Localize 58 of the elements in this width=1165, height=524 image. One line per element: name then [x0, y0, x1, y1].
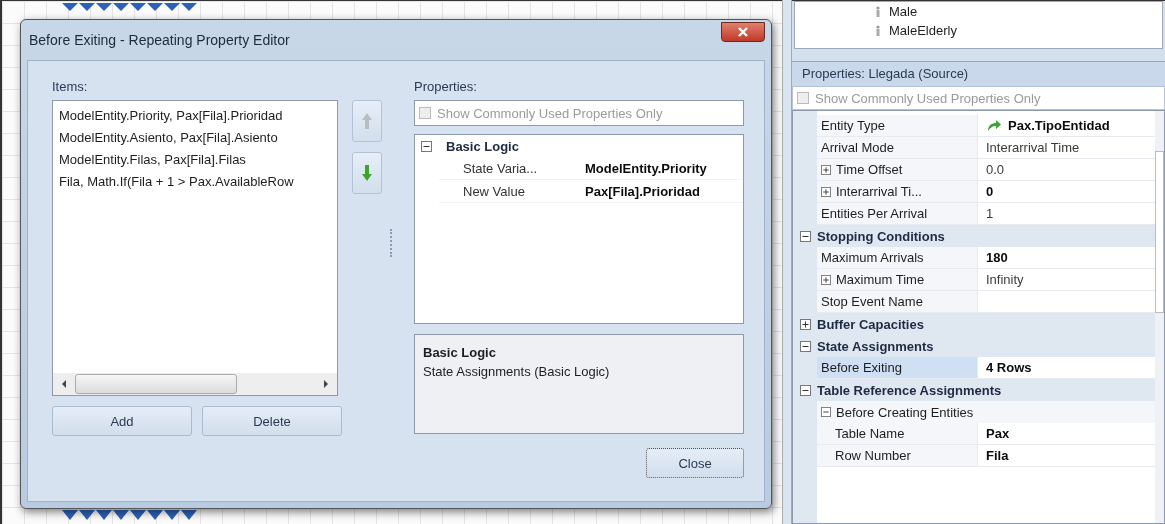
curved-arrow-icon: [986, 119, 1002, 132]
property-name[interactable]: Table Name: [817, 423, 977, 445]
property-name[interactable]: Arrival Mode: [817, 137, 977, 159]
category-label: Stopping Conditions: [817, 228, 945, 244]
scroll-right-icon[interactable]: [323, 380, 329, 388]
collapse-icon[interactable]: [421, 140, 432, 152]
property-name[interactable]: Maximum Time: [817, 269, 977, 291]
close-icon: [737, 26, 749, 38]
dialog-title: Before Exiting - Repeating Property Editor: [28, 32, 290, 48]
horizontal-scrollbar[interactable]: [53, 373, 337, 395]
property-name[interactable]: State Varia...: [439, 160, 577, 176]
arrow-down-icon: [361, 164, 373, 182]
category-label: State Assignments: [817, 338, 934, 354]
expand-icon[interactable]: [799, 318, 811, 330]
delete-button[interactable]: Delete: [202, 406, 342, 436]
collapse-icon[interactable]: [799, 384, 811, 396]
splitter-grip[interactable]: [390, 229, 394, 257]
add-button[interactable]: Add: [52, 406, 192, 436]
category-label: Table Reference Assignments: [817, 382, 1002, 398]
checkbox[interactable]: [797, 92, 809, 104]
property-name[interactable]: Entities Per Arrival: [817, 203, 977, 225]
close-button[interactable]: [721, 22, 765, 42]
category-label: Buffer Capacities: [817, 316, 924, 332]
collapse-icon[interactable]: [799, 230, 811, 242]
properties-label: Properties:: [414, 79, 478, 94]
collapse-icon[interactable]: [799, 340, 811, 352]
property-name[interactable]: Row Number: [817, 445, 977, 467]
category-label[interactable]: Basic Logic: [446, 138, 519, 154]
description-text: State Assignments (Basic Logic): [423, 364, 611, 379]
list-item[interactable]: ModelEntity.Asiento, Pax[Fila].Asiento: [59, 129, 331, 147]
scroll-left-icon[interactable]: [61, 380, 67, 388]
person-icon: [875, 5, 881, 18]
property-name[interactable]: Time Offset: [817, 159, 977, 181]
arrow-up-icon: [361, 112, 373, 130]
checkbox[interactable]: [419, 107, 431, 119]
property-name[interactable]: Interarrival Ti...: [817, 181, 977, 203]
description-title: Basic Logic: [423, 345, 497, 360]
property-value[interactable]: ModelEntity.Priority: [577, 160, 707, 176]
property-name[interactable]: Before Exiting: [817, 357, 977, 379]
panel-title: Properties: Llegada (Source): [792, 61, 1165, 86]
property-value-cell[interactable]: Pax.TipoEntidad: [977, 115, 1155, 137]
property-name[interactable]: Entity Type: [817, 115, 977, 137]
list-item[interactable]: MaleElderly: [889, 23, 957, 38]
list-item[interactable]: Male: [889, 4, 918, 19]
list-item[interactable]: Fila, Math.If(Fila + 1 > Pax.AvailableRow: [59, 173, 331, 191]
person-icon: [875, 24, 881, 37]
close-button[interactable]: Close: [646, 448, 744, 478]
property-value[interactable]: Pax[Fila].Prioridad: [577, 183, 700, 199]
property-name[interactable]: Stop Event Name: [817, 291, 977, 313]
list-item[interactable]: ModelEntity.Priority, Pax[Fila].Prioridad: [59, 107, 331, 125]
property-name[interactable]: Maximum Arrivals: [817, 247, 977, 269]
scroll-thumb[interactable]: [75, 374, 237, 394]
list-item[interactable]: ModelEntity.Filas, Pax[Fila].Filas: [59, 151, 331, 169]
property-name[interactable]: New Value: [439, 183, 577, 199]
splitter-grip[interactable]: [782, 0, 792, 524]
vertical-scrollbar[interactable]: [1155, 111, 1164, 523]
move-down-button[interactable]: [352, 152, 382, 194]
items-label: Items:: [52, 79, 89, 94]
